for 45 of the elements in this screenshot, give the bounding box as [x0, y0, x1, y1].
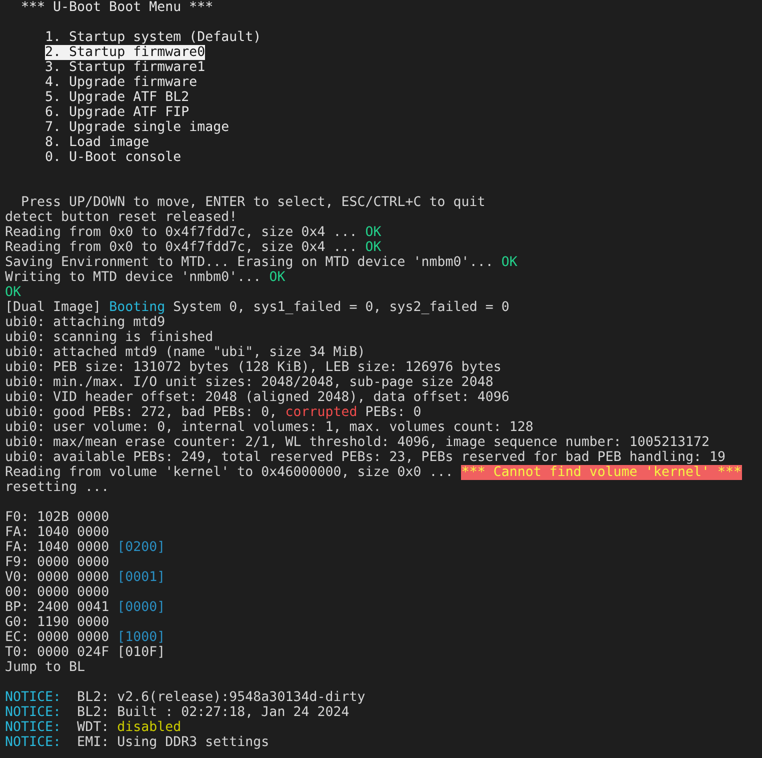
log-line: Reading from 0x0 to 0x4f7fdd7c, size 0x4 ... OK: [5, 240, 382, 255]
menu-title: *** U-Boot Boot Menu ***: [21, 0, 214, 15]
log-line: ubi0: user volume: 0, internal volumes: 1, max. volumes count: 128: [5, 420, 534, 435]
log-line: ubi0: PEB size: 131072 bytes (128 KiB), LEB size: 126976 bytes: [5, 360, 502, 375]
key-hint: Press UP/DOWN to move, ENTER to select, ESC/CTRL+C to quit: [21, 195, 486, 210]
log-line: BP: 2400 0041 [0000]: [5, 600, 166, 615]
log-line: ubi0: min./max. I/O unit sizes: 2048/2048, sub-page size 2048: [5, 375, 494, 390]
log-line: FA: 1040 0000: [5, 525, 110, 540]
log-line: [Dual Image] Booting System 0, sys1_failed = 0, sys2_failed = 0: [5, 300, 510, 315]
menu-item[interactable]: 2. Startup firmware0: [45, 45, 206, 60]
log-line: Saving Environment to MTD... Erasing on MTD device 'nmbm0'... OK: [5, 255, 518, 270]
menu-item[interactable]: 3. Startup firmware1: [45, 60, 206, 75]
log-line: 00: 0000 0000: [5, 585, 110, 600]
log-line: ubi0: scanning is finished: [5, 330, 214, 345]
menu-item[interactable]: 6. Upgrade ATF FIP: [45, 105, 190, 120]
log-line: NOTICE: BL2: Built : 02:27:18, Jan 24 2024: [5, 705, 350, 720]
menu-item[interactable]: 8. Load image: [45, 135, 150, 150]
log-line: ubi0: attached mtd9 (name "ubi", size 34 MiB): [5, 345, 366, 360]
log-line: OK: [5, 285, 22, 300]
log-line: ubi0: VID header offset: 2048 (aligned 2048), data offset: 4096: [5, 390, 510, 405]
log-line: ubi0: available PEBs: 249, total reserved PEBs: 23, PEBs reserved for bad PEB handling: 19: [5, 450, 726, 465]
log-line: detect button reset released!: [5, 210, 238, 225]
log-line: V0: 0000 0000 [0001]: [5, 570, 166, 585]
log-line: Reading from volume 'kernel' to 0x46000000, size 0x0 ... *** Cannot find volume 'kernel' ***: [5, 465, 742, 480]
log-line: T0: 0000 024F [010F]: [5, 645, 166, 660]
log-line: NOTICE: EMI: Using DDR3 settings: [5, 735, 270, 750]
menu-item[interactable]: 4. Upgrade firmware: [45, 75, 198, 90]
log-line: G0: 1190 0000: [5, 615, 110, 630]
log-line: resetting ...: [5, 480, 110, 495]
log-line: F9: 0000 0000: [5, 555, 110, 570]
log-line: Writing to MTD device 'nmbm0'... OK: [5, 270, 286, 285]
log-line: ubi0: attaching mtd9: [5, 315, 166, 330]
log-line: Reading from 0x0 to 0x4f7fdd7c, size 0x4 ... OK: [5, 225, 382, 240]
log-line: FA: 1040 0000 [0200]: [5, 540, 166, 555]
log-line: NOTICE: WDT: disabled: [5, 720, 182, 735]
log-line: NOTICE: BL2: v2.6(release):9548a30134d-dirty: [5, 690, 366, 705]
log-line: F0: 102B 0000: [5, 510, 110, 525]
log-line: ubi0: good PEBs: 272, bad PEBs: 0, corrupted PEBs: 0: [5, 405, 422, 420]
log-line: ubi0: max/mean erase counter: 2/1, WL threshold: 4096, image sequence number: 1005213172: [5, 435, 710, 450]
menu-item[interactable]: 0. U-Boot console: [45, 150, 182, 165]
log-line: Jump to BL: [5, 660, 86, 675]
menu-item[interactable]: 5. Upgrade ATF BL2: [45, 90, 190, 105]
log-line: EC: 0000 0000 [1000]: [5, 630, 166, 645]
menu-item[interactable]: 1. Startup system (Default): [45, 30, 262, 45]
menu-item[interactable]: 7. Upgrade single image: [45, 120, 230, 135]
